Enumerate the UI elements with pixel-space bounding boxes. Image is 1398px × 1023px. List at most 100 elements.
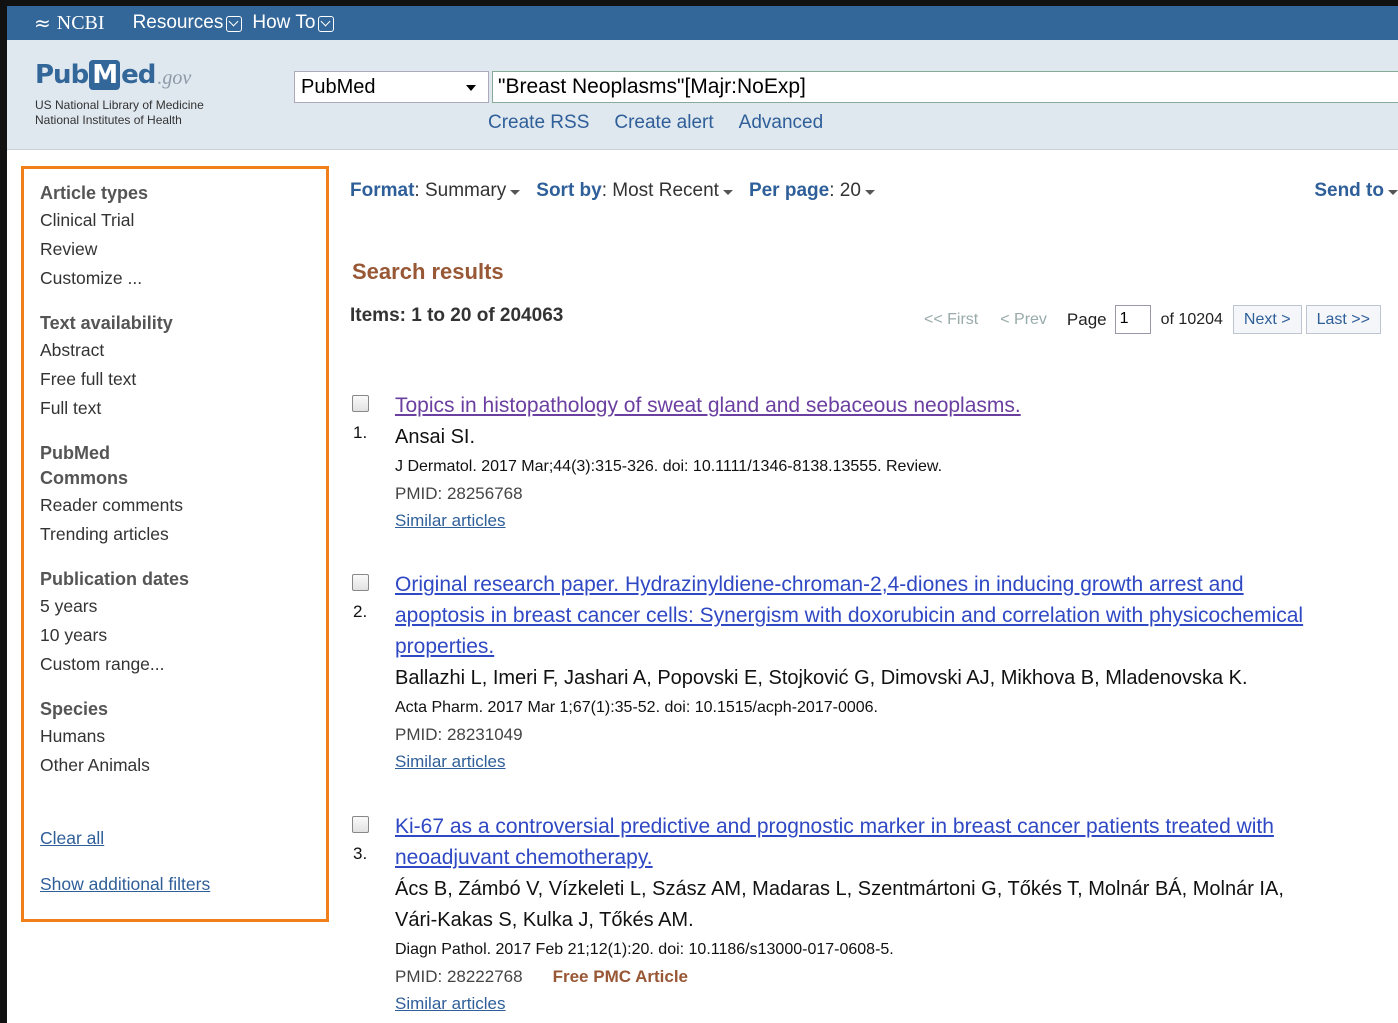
filter-group-publication-dates: Publication dates 5 years 10 years Custo… — [40, 567, 326, 679]
filter-group-pubmed-commons: PubMed Commons Reader comments Trending … — [40, 441, 326, 549]
advanced-search-link[interactable]: Advanced — [739, 112, 824, 134]
resources-menu[interactable]: Resources — [133, 12, 243, 34]
result-authors: Ballazhi L, Imeri F, Jashari A, Popovski… — [395, 667, 1248, 689]
sort-dropdown[interactable]: Sort by: Most Recent — [536, 180, 733, 202]
show-additional-filters-link[interactable]: Show additional filters — [40, 870, 326, 898]
filter-10-years[interactable]: 10 years — [40, 621, 326, 650]
result-citation: Diagn Pathol. 2017 Feb 21;12(1):20. doi:… — [395, 941, 894, 958]
logo-subtitle-line1: US National Library of Medicine — [35, 98, 204, 112]
format-dropdown[interactable]: Format: Summary — [350, 180, 521, 202]
logo-ed: ed — [121, 60, 156, 90]
logo-gov: .gov — [157, 67, 192, 89]
database-select[interactable]: PubMed — [294, 71, 489, 103]
filter-group-article-types: Article types Clinical Trial Review Cust… — [40, 181, 326, 293]
filter-full-text[interactable]: Full text — [40, 394, 326, 423]
send-to-dropdown[interactable]: Send to — [1314, 180, 1398, 202]
filter-trending-articles[interactable]: Trending articles — [40, 520, 326, 549]
dropdown-arrow-icon — [466, 85, 476, 91]
similar-articles-link[interactable]: Similar articles — [395, 508, 1395, 533]
filter-group-species: Species Humans Other Animals — [40, 697, 326, 780]
display-settings-toolbar: Format: Summary Sort by: Most Recent Per… — [350, 180, 1398, 202]
search-query: "Breast Neoplasms"[Majr:NoExp] — [498, 75, 806, 98]
filter-title: PubMed Commons — [40, 443, 129, 488]
result-body: Topics in histopathology of sweat gland … — [395, 390, 1395, 533]
filter-group-text-availability: Text availability Abstract Free full tex… — [40, 311, 326, 423]
filter-reader-comments[interactable]: Reader comments — [40, 491, 326, 520]
prev-page-link[interactable]: < Prev — [1000, 311, 1047, 329]
pubmed-header: Pub Med .gov US National Library of Medici… — [7, 40, 1398, 150]
pubmed-logo[interactable]: Pub Med .gov US National Library of Medici… — [35, 60, 204, 128]
result-title-link[interactable]: Original research paper. Hydrazinyldiene… — [395, 569, 1395, 600]
page-label: Page — [1066, 309, 1107, 329]
format-label: Format — [350, 180, 415, 201]
result-number: 1. — [353, 423, 368, 442]
result-pmid-row: PMID: 28222768 Free PMC Article — [395, 963, 1395, 991]
ncbi-logo[interactable]: ≈ NCBI — [34, 11, 105, 35]
result-pmid-row: PMID: 28231049 — [395, 721, 1395, 749]
next-page-button[interactable]: Next > — [1232, 305, 1302, 334]
filter-sidebar: Article types Clinical Trial Review Cust… — [21, 166, 329, 922]
result-number: 3. — [353, 844, 368, 863]
result-pmid: PMID: 28231049 — [395, 725, 523, 744]
search-links: Create RSS Create alert Advanced — [488, 112, 848, 134]
filter-customize[interactable]: Customize ... — [40, 264, 326, 293]
filter-humans[interactable]: Humans — [40, 722, 326, 751]
filter-title: Article types — [40, 183, 149, 203]
result-citation: J Dermatol. 2017 Mar;44(3):315-326. doi:… — [395, 458, 943, 475]
free-pmc-article-badge[interactable]: Free PMC Article — [553, 963, 688, 991]
create-alert-link[interactable]: Create alert — [614, 112, 713, 134]
filter-clinical-trial[interactable]: Clinical Trial — [40, 206, 326, 235]
first-page-link[interactable]: << First — [924, 311, 978, 329]
similar-articles-link[interactable]: Similar articles — [395, 749, 1395, 774]
filter-review[interactable]: Review — [40, 235, 326, 264]
howto-menu[interactable]: How To — [252, 12, 335, 34]
page-total: of 10204 — [1160, 310, 1223, 328]
result-authors: Vári-Kakas S, Kulka J, Tőkés AM. — [395, 909, 694, 931]
result-title-link[interactable]: Ki-67 as a controversial predictive and … — [395, 811, 1395, 842]
create-rss-link[interactable]: Create RSS — [488, 112, 589, 134]
page-number-input[interactable]: 1 — [1114, 305, 1151, 334]
last-page-button[interactable]: Last >> — [1305, 305, 1381, 334]
pubmed-wordmark: Pub Med .gov — [35, 60, 204, 90]
per-page-value: : 20 — [829, 180, 861, 201]
caret-down-icon — [864, 190, 875, 195]
result-pmid: PMID: 28256768 — [395, 484, 523, 503]
result-checkbox[interactable] — [352, 816, 369, 833]
per-page-dropdown[interactable]: Per page: 20 — [749, 180, 875, 202]
logo-subtitle: US National Library of Medicine National… — [35, 98, 204, 128]
filter-free-full-text[interactable]: Free full text — [40, 365, 326, 394]
filter-5-years[interactable]: 5 years — [40, 592, 326, 621]
result-citation: Acta Pharm. 2017 Mar 1;67(1):35-52. doi:… — [395, 699, 878, 716]
filter-abstract[interactable]: Abstract — [40, 336, 326, 365]
result-checkbox[interactable] — [352, 395, 369, 412]
howto-label: How To — [252, 12, 316, 33]
filter-title: Publication dates — [40, 569, 190, 589]
ncbi-brand: NCBI — [56, 11, 105, 34]
filter-title: Text availability — [40, 313, 173, 333]
format-value: : Summary — [414, 180, 507, 201]
chevron-down-icon — [226, 16, 243, 32]
similar-articles-link[interactable]: Similar articles — [395, 991, 1395, 1016]
result-body: Original research paper. Hydrazinyldiene… — [395, 569, 1395, 774]
sort-label: Sort by — [536, 180, 602, 201]
resources-label: Resources — [132, 12, 224, 33]
result-title-link[interactable]: Topics in histopathology of sweat gland … — [395, 390, 1395, 421]
result-title-link[interactable]: neoadjuvant chemotherapy. — [395, 842, 1395, 873]
sort-value: : Most Recent — [601, 180, 719, 201]
result-body: Ki-67 as a controversial predictive and … — [395, 811, 1395, 1016]
result-title-link[interactable]: apoptosis in breast cancer cells: Synerg… — [395, 600, 1395, 631]
caret-down-icon — [510, 190, 521, 195]
search-input[interactable]: "Breast Neoplasms"[Majr:NoExp] — [492, 71, 1398, 103]
logo-pub: Pub — [35, 60, 89, 90]
chevron-down-icon — [318, 16, 335, 32]
clear-all-link[interactable]: Clear all — [40, 824, 326, 852]
filter-other-animals[interactable]: Other Animals — [40, 751, 326, 780]
filter-custom-range[interactable]: Custom range... — [40, 650, 326, 679]
result-checkbox[interactable] — [352, 574, 369, 591]
result-title-link[interactable]: properties. — [395, 631, 1395, 662]
send-to-label: Send to — [1314, 180, 1384, 201]
filter-title: Species — [40, 699, 109, 719]
ncbi-helix-icon: ≈ — [34, 11, 51, 35]
